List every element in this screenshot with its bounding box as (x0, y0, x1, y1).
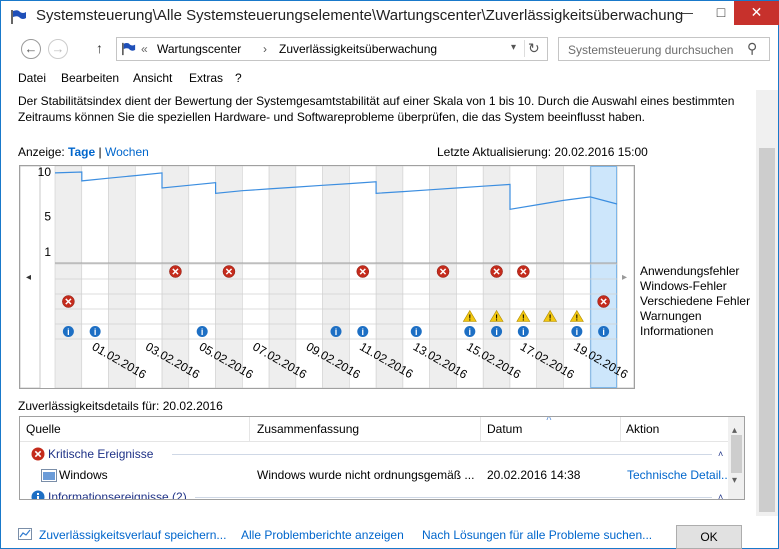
info-icon (31, 490, 45, 499)
scrollbar-thumb[interactable] (731, 435, 742, 473)
menu-ansicht[interactable]: Ansicht (133, 71, 172, 85)
search-placeholder: Systemsteuerung durchsuchen (568, 43, 734, 57)
menu-extras[interactable]: Extras (189, 71, 223, 85)
navigation-bar: ← → ↑ « Wartungscenter › Zuverlässigkeit… (0, 32, 779, 66)
info-mark: i (362, 327, 365, 337)
title-bar: Systemsteuerung\Alle Systemsteuerungsele… (0, 0, 779, 32)
back-button[interactable]: ← (21, 39, 41, 59)
details-label: Zuverlässigkeitsdetails für: 20.02.2016 (18, 399, 223, 413)
breadcrumb-arrow-icon[interactable]: › (263, 42, 267, 56)
warning-mark: ! (549, 314, 552, 323)
menu-bearbeiten[interactable]: Bearbeiten (61, 71, 119, 85)
column-header-source[interactable]: Quelle (26, 422, 61, 436)
legend-information: Informationen (640, 324, 714, 338)
search-icon[interactable]: ⚲ (747, 40, 757, 57)
save-history-link[interactable]: Zuverlässigkeitsverlauf speichern... (39, 528, 226, 542)
column-header-action[interactable]: Aktion (626, 422, 659, 436)
breadcrumb-current[interactable]: Zuverlässigkeitsüberwachung (279, 42, 437, 56)
legend-warnings: Warnungen (640, 309, 702, 323)
reliability-chart-svg[interactable]: ◂ ▸1051!!!! !i i i i i i i i i i i01.02.201603.02.20… (20, 166, 634, 388)
ok-button[interactable]: OK (676, 525, 742, 549)
group-information-events[interactable]: Informationsereignisse (2) (48, 490, 187, 499)
column-header-date[interactable]: Datum (487, 422, 522, 436)
view-label: Anzeige: (18, 145, 65, 159)
column-header-summary[interactable]: Zusammenfassung (257, 422, 359, 436)
warning-mark: ! (495, 314, 498, 323)
warning-mark: ! (576, 314, 579, 323)
day-column (54, 166, 83, 388)
flag-icon (11, 10, 26, 24)
content-area: Der Stabilitätsindex dient der Bewertung… (0, 90, 779, 516)
y-tick-label: 1 (44, 245, 51, 259)
technical-details-link[interactable]: Technische Detail... (627, 468, 731, 482)
warning-mark: ! (468, 314, 471, 323)
y-tick-label: 10 (38, 166, 52, 179)
scroll-down-icon[interactable]: ▾ (732, 475, 737, 486)
menu-help[interactable]: ? (235, 71, 242, 85)
info-mark: i (469, 327, 472, 337)
overflow-chevron-icon[interactable]: « (141, 42, 148, 56)
info-mark: i (522, 327, 525, 337)
group-critical-events[interactable]: Kritische Ereignisse (48, 447, 153, 461)
page-scrollbar-thumb[interactable] (759, 148, 775, 512)
save-icon (18, 528, 32, 540)
row-summary: Windows wurde nicht ordnungsgemäß ... (257, 468, 475, 482)
reliability-chart[interactable]: ◂ ▸ 10 5 1!!!!! i i i i i i i i i i i 01.02.2016 03.02.20… (19, 165, 635, 389)
view-weeks-link[interactable]: Wochen (105, 145, 149, 159)
close-button[interactable]: ✕ (734, 1, 779, 25)
search-input[interactable]: Systemsteuerung durchsuchen ⚲ (558, 37, 770, 61)
error-icon (31, 447, 45, 461)
row-source: Windows (59, 468, 108, 482)
check-solutions-link[interactable]: Nach Lösungen für alle Probleme suchen..… (422, 528, 652, 542)
minimize-button[interactable]: — (670, 1, 702, 25)
table-header: Quelle Zusammenfassung Datum ˄ Aktion (20, 416, 744, 442)
forward-button[interactable]: → (48, 39, 68, 59)
breadcrumb-wartungscenter[interactable]: Wartungscenter (157, 42, 241, 56)
collapse-chevron-icon[interactable]: ˄ (718, 449, 723, 459)
info-mark: i (576, 327, 579, 337)
info-mark: i (201, 327, 204, 337)
info-mark: i (415, 327, 418, 337)
menu-bar: Datei Bearbeiten Ansicht Extras ? (0, 66, 779, 90)
y-tick-label: 5 (44, 209, 51, 223)
legend-misc-errors: Verschiedene Fehler (640, 294, 751, 308)
view-all-reports-link[interactable]: Alle Problemberichte anzeigen (241, 528, 404, 542)
chevron-down-icon[interactable]: ▾ (511, 42, 516, 53)
status-bar: Zuverlässigkeitsverlauf speichern... All… (0, 516, 779, 549)
description-text: Der Stabilitätsindex dient der Bewertung… (18, 94, 735, 124)
info-mark: i (335, 327, 338, 337)
window-title: Systemsteuerung\Alle Systemsteuerungsele… (36, 7, 684, 24)
details-table: Quelle Zusammenfassung Datum ˄ Aktion Kr… (19, 416, 745, 500)
details-scrollbar[interactable]: ▴ ▾ (728, 417, 744, 499)
sort-ascending-icon: ˄ (546, 416, 552, 424)
flag-icon (122, 42, 136, 56)
page-scrollbar[interactable] (756, 90, 778, 516)
chart-legend: Anwendungsfehler Windows-Fehler Verschie… (640, 264, 750, 339)
chart-scroll-right-icon: ▸ (622, 272, 627, 283)
info-mark: i (495, 327, 498, 337)
up-button[interactable]: ↑ (96, 40, 103, 56)
refresh-icon[interactable]: ↻ (524, 40, 542, 57)
legend-application-errors: Anwendungsfehler (640, 264, 740, 278)
menu-datei[interactable]: Datei (18, 71, 46, 85)
row-date: 20.02.2016 14:38 (487, 468, 581, 482)
collapse-chevron-icon[interactable]: ˄ (718, 492, 723, 499)
last-update-text: Letzte Aktualisierung: 20.02.2016 15:00 (437, 145, 648, 159)
info-mark: i (67, 327, 70, 337)
info-mark: i (602, 327, 605, 337)
view-switcher: Anzeige: Tage | Wochen (18, 145, 149, 159)
legend-windows-errors: Windows-Fehler (640, 279, 727, 293)
maximize-button[interactable]: □ (705, 1, 737, 25)
windows-icon (41, 469, 57, 482)
view-separator: | (98, 145, 102, 159)
warning-mark: ! (522, 314, 525, 323)
address-bar[interactable]: « Wartungscenter › Zuverlässigkeitsüberw… (116, 37, 548, 61)
chart-scroll-left-icon: ◂ (26, 272, 31, 283)
info-mark: i (94, 327, 97, 337)
view-days-link[interactable]: Tage (68, 145, 95, 159)
